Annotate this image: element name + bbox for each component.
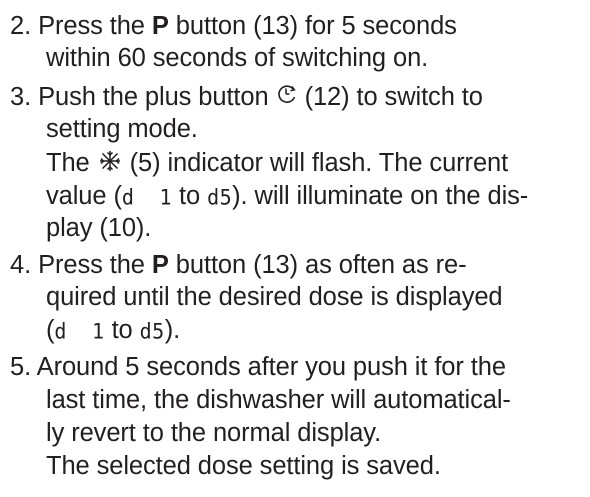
step-2-line-2: within 60 seconds of switching on. bbox=[46, 43, 428, 73]
step-5-line-3: ly revert to the normal display. bbox=[46, 418, 381, 448]
dose-display-d1: d 1 bbox=[121, 184, 173, 210]
step-text: ( bbox=[46, 316, 55, 344]
instruction-document: 2. Press the P button (13) for 5 seconds… bbox=[0, 0, 590, 497]
step-3-line-3: The (5) indicator will flash. The curren… bbox=[46, 148, 508, 178]
step-4-line-2: quired until the desired dose is display… bbox=[46, 282, 503, 312]
step-text: to bbox=[172, 182, 208, 210]
dose-display-d1: d 1 bbox=[54, 318, 105, 344]
step-number: 2. bbox=[10, 12, 32, 40]
step-4-line-1: 4. Press the P button (13) as often as r… bbox=[10, 250, 467, 280]
step-5-line-1: 5. Around 5 seconds after you push it fo… bbox=[10, 352, 506, 382]
step-text: setting mode. bbox=[46, 115, 198, 143]
step-3-line-2: setting mode. bbox=[46, 114, 198, 144]
step-3-line-1: 3. Push the plus button (12) to switch t… bbox=[10, 82, 483, 112]
step-number: 4. bbox=[10, 251, 32, 279]
step-text: within 60 seconds of switching on. bbox=[46, 44, 429, 72]
snowflake-sun-icon bbox=[97, 148, 123, 178]
step-text: ). will illuminate on the dis- bbox=[232, 182, 529, 210]
step-4-line-3: (d 1 to d5). bbox=[46, 315, 180, 346]
p-button-label: P bbox=[151, 12, 169, 40]
step-text: The bbox=[46, 149, 97, 177]
step-text: (12) to switch to bbox=[297, 83, 483, 111]
step-text: ). bbox=[164, 316, 181, 344]
step-text: value ( bbox=[46, 182, 122, 210]
step-text: last time, the dishwasher will automatic… bbox=[46, 386, 511, 414]
step-number: 3. bbox=[10, 83, 32, 111]
step-text: Push the plus button bbox=[38, 83, 276, 111]
step-text: The selected dose setting is saved. bbox=[46, 452, 441, 480]
step-text: Press the bbox=[38, 251, 152, 279]
step-5-line-2: last time, the dishwasher will automatic… bbox=[46, 385, 511, 415]
step-text: ly revert to the normal display. bbox=[46, 419, 382, 447]
dose-display-d5: d5 bbox=[139, 318, 165, 344]
step-number: 5. bbox=[10, 353, 32, 381]
step-text: (5) indicator will flash. The current bbox=[122, 149, 509, 177]
step-text: play (10). bbox=[46, 214, 152, 242]
step-3-line-5: play (10). bbox=[46, 213, 151, 243]
step-3-line-4: value (d 1 to d5). will illuminate on th… bbox=[46, 181, 528, 212]
step-text: Around 5 seconds after you push it for t… bbox=[36, 353, 506, 381]
p-button-label: P bbox=[151, 251, 169, 279]
step-text: Press the bbox=[38, 12, 152, 40]
clock-plus-icon bbox=[276, 82, 298, 112]
step-text: button (13) for 5 seconds bbox=[168, 12, 457, 40]
step-text: to bbox=[104, 316, 140, 344]
step-2-line-1: 2. Press the P button (13) for 5 seconds bbox=[10, 11, 457, 41]
step-text: button (13) as often as re- bbox=[168, 251, 467, 279]
step-5-line-4: The selected dose setting is saved. bbox=[46, 451, 441, 481]
step-text: quired until the desired dose is display… bbox=[46, 283, 503, 311]
dose-display-d5: d5 bbox=[207, 184, 233, 210]
